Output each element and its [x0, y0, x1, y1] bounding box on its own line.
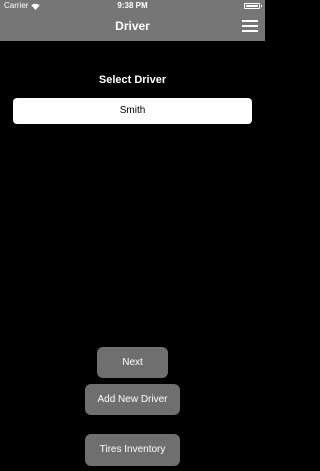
- battery-fill: [246, 5, 258, 7]
- tires-inventory-button[interactable]: Tires Inventory: [85, 434, 180, 466]
- select-driver-label: Select Driver: [98, 74, 167, 86]
- nav-bar: Driver: [0, 12, 265, 41]
- next-button[interactable]: Next: [97, 347, 168, 378]
- page-title: Driver: [115, 19, 150, 33]
- hamburger-menu-icon[interactable]: [242, 19, 258, 33]
- status-bar: Carrier 9:38 PM: [0, 0, 265, 12]
- battery-icon: [244, 3, 262, 9]
- driver-select-field[interactable]: Smith: [13, 98, 252, 124]
- status-time: 9:38 PM: [117, 1, 148, 10]
- add-new-driver-button[interactable]: Add New Driver: [85, 384, 180, 415]
